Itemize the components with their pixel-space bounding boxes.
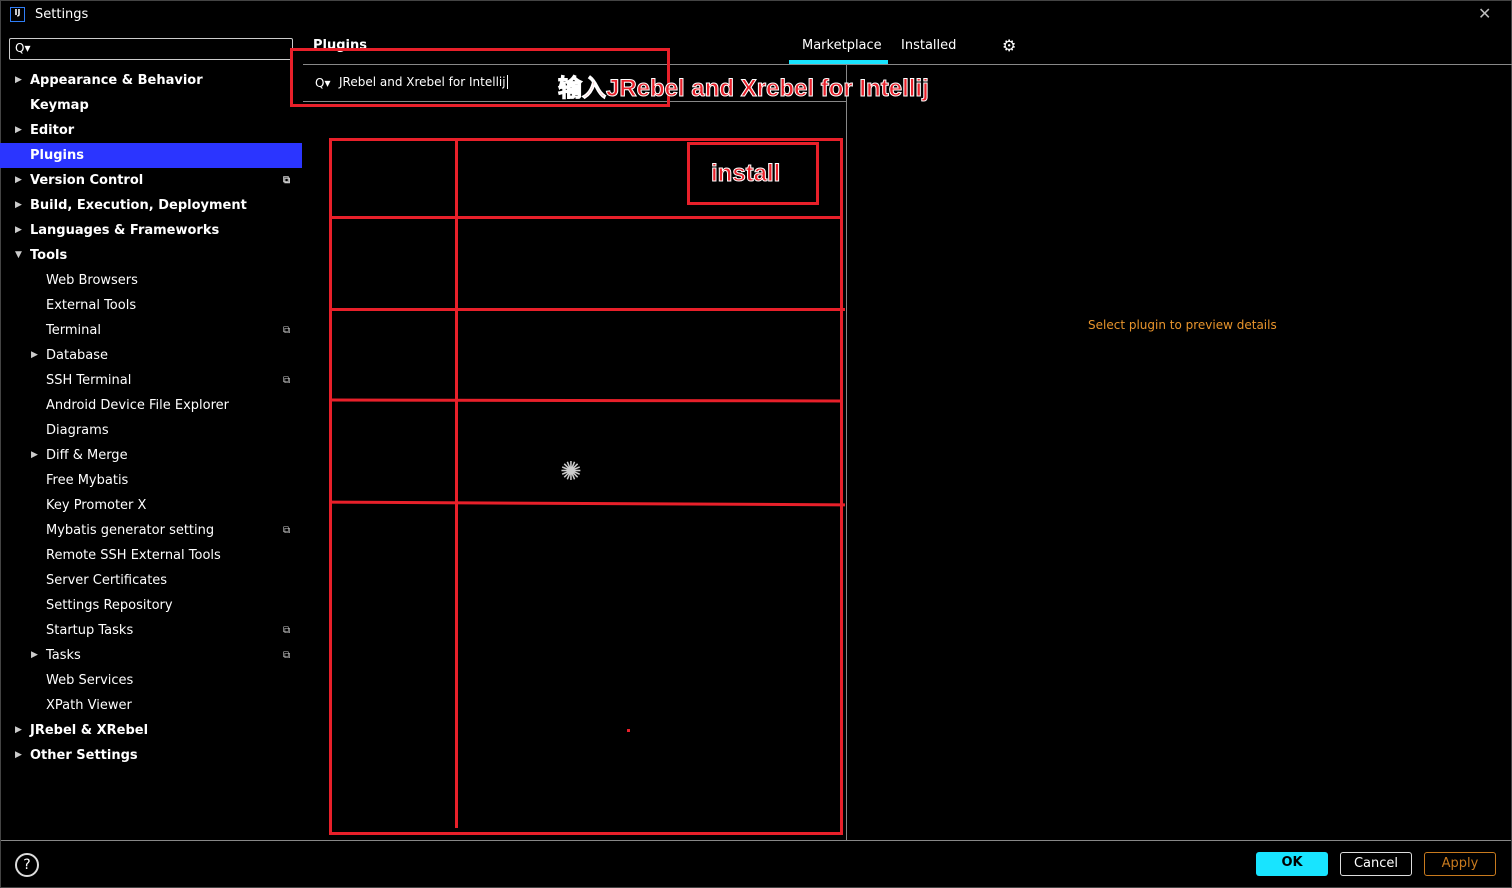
sidebar-item[interactable]: Tasks ▶ ⧉ [0, 643, 302, 668]
sidebar-item[interactable]: Web Browsers [0, 268, 302, 293]
chevron-right-icon[interactable]: ▶ [15, 168, 22, 193]
cancel-button[interactable]: Cancel [1340, 852, 1412, 876]
project-settings-icon: ⧉ [283, 625, 291, 636]
sidebar-item-label: Web Services [46, 673, 134, 688]
sidebar-item[interactable]: Remote SSH External Tools [0, 543, 302, 568]
sidebar-item[interactable]: Keymap [0, 93, 302, 118]
sidebar-item-label: Server Certificates [46, 573, 168, 588]
annotation-search-note: 输入JRebel and Xrebel for Intellij [558, 75, 930, 103]
sidebar-item-label: Terminal [46, 323, 101, 338]
annotation-results-box [329, 138, 843, 835]
sidebar-item-label: Plugins [30, 148, 84, 163]
chevron-right-icon[interactable]: ▶ [31, 443, 38, 468]
sidebar-item-label: SSH Terminal [46, 373, 132, 388]
sidebar-item-label: Diagrams [46, 423, 109, 438]
annotation-line [330, 216, 842, 219]
sidebar-item[interactable]: Languages & Frameworks ▶ [0, 218, 302, 243]
sidebar-item[interactable]: Web Services [0, 668, 302, 693]
help-button[interactable]: ? [15, 853, 39, 877]
chevron-right-icon[interactable]: ▶ [15, 193, 22, 218]
app-logo: IJ [10, 7, 25, 22]
settings-search-input[interactable]: Q▾ [9, 38, 293, 60]
chevron-down-icon[interactable]: ▼ [15, 243, 22, 268]
sidebar-item[interactable]: Plugins [0, 143, 302, 168]
project-settings-icon: ⧉ [283, 175, 291, 186]
sidebar-item-label: External Tools [46, 298, 137, 313]
sidebar-item-label: Remote SSH External Tools [46, 548, 221, 563]
sidebar-item-label: Startup Tasks [46, 623, 134, 638]
sidebar-item[interactable]: Diagrams [0, 418, 302, 443]
sidebar-item-label: Database [46, 348, 109, 363]
footer-divider [1, 840, 1511, 841]
project-settings-icon: ⧉ [283, 375, 291, 386]
chevron-right-icon[interactable]: ▶ [15, 743, 22, 768]
sidebar-item-label: Mybatis generator setting [46, 523, 215, 538]
sidebar-item[interactable]: Diff & Merge ▶ [0, 443, 302, 468]
sidebar-item-label: Free Mybatis [46, 473, 129, 488]
sidebar-item[interactable]: Key Promoter X [0, 493, 302, 518]
sidebar-item[interactable]: Free Mybatis [0, 468, 302, 493]
apply-button[interactable]: Apply [1424, 852, 1496, 876]
sidebar-item[interactable]: Version Control ▶ ⧉ [0, 168, 302, 193]
sidebar-item[interactable]: Startup Tasks ⧉ [0, 618, 302, 643]
chevron-right-icon[interactable]: ▶ [15, 118, 22, 143]
sidebar-item[interactable]: Tools ▼ [0, 243, 302, 268]
sidebar-item-label: Languages & Frameworks [30, 223, 220, 238]
sidebar-item[interactable]: SSH Terminal ⧉ [0, 368, 302, 393]
gear-icon[interactable]: ⚙ [1002, 36, 1016, 55]
sidebar-item-label: Keymap [30, 98, 89, 113]
sidebar-item-label: XPath Viewer [46, 698, 132, 713]
project-settings-icon: ⧉ [283, 650, 291, 661]
sidebar-item-label: Other Settings [30, 748, 138, 763]
chevron-right-icon[interactable]: ▶ [15, 218, 22, 243]
sidebar-item-label: Diff & Merge [46, 448, 128, 463]
sidebar-item[interactable]: JRebel & XRebel ▶ [0, 718, 302, 743]
sidebar-item[interactable]: Database ▶ [0, 343, 302, 368]
tab-installed[interactable]: Installed [901, 38, 956, 53]
tab-marketplace[interactable]: Marketplace [802, 38, 882, 53]
sidebar-item[interactable]: Terminal ⧉ [0, 318, 302, 343]
sidebar-item[interactable]: Appearance & Behavior ▶ [0, 68, 302, 93]
sidebar-item[interactable]: Android Device File Explorer [0, 393, 302, 418]
sidebar-item[interactable]: Editor ▶ [0, 118, 302, 143]
sidebar-item-label: Editor [30, 123, 75, 138]
sidebar-item-label: Build, Execution, Deployment [30, 198, 247, 213]
chevron-right-icon[interactable]: ▶ [31, 643, 38, 668]
annotation-line [455, 140, 458, 828]
project-settings-icon: ⧉ [283, 525, 291, 536]
sidebar-item[interactable]: Server Certificates [0, 568, 302, 593]
annotation-dot [627, 729, 630, 732]
sidebar-item[interactable]: Mybatis generator setting ⧉ [0, 518, 302, 543]
sidebar-item[interactable]: Other Settings ▶ [0, 743, 302, 768]
sidebar-item[interactable]: XPath Viewer [0, 693, 302, 718]
sidebar-item-label: Key Promoter X [46, 498, 147, 513]
panel-divider [846, 64, 847, 840]
sidebar-item-label: Tasks [46, 648, 81, 663]
sidebar-item[interactable]: Settings Repository [0, 593, 302, 618]
close-icon[interactable]: ✕ [1478, 4, 1491, 23]
chevron-right-icon[interactable]: ▶ [15, 68, 22, 93]
sidebar-item[interactable]: External Tools [0, 293, 302, 318]
sidebar-item-label: Version Control [30, 173, 144, 188]
sidebar-item-label: Tools [30, 248, 68, 263]
window-title: Settings [35, 7, 89, 22]
sidebar-item-label: Web Browsers [46, 273, 138, 288]
ok-button[interactable]: OK [1256, 852, 1328, 876]
sidebar-item-label: Settings Repository [46, 598, 173, 613]
chevron-right-icon[interactable]: ▶ [15, 718, 22, 743]
search-icon: Q▾ [15, 41, 31, 55]
sidebar-item-label: Android Device File Explorer [46, 398, 229, 413]
preview-placeholder: Select plugin to preview details [1088, 318, 1277, 332]
annotation-install-note: install [710, 160, 781, 188]
chevron-right-icon[interactable]: ▶ [31, 343, 38, 368]
project-settings-icon: ⧉ [283, 325, 291, 336]
sidebar-item-label: JRebel & XRebel [30, 723, 149, 738]
annotation-line [330, 308, 845, 311]
sidebar-item[interactable]: Build, Execution, Deployment ▶ [0, 193, 302, 218]
sidebar-item-label: Appearance & Behavior [30, 73, 203, 88]
